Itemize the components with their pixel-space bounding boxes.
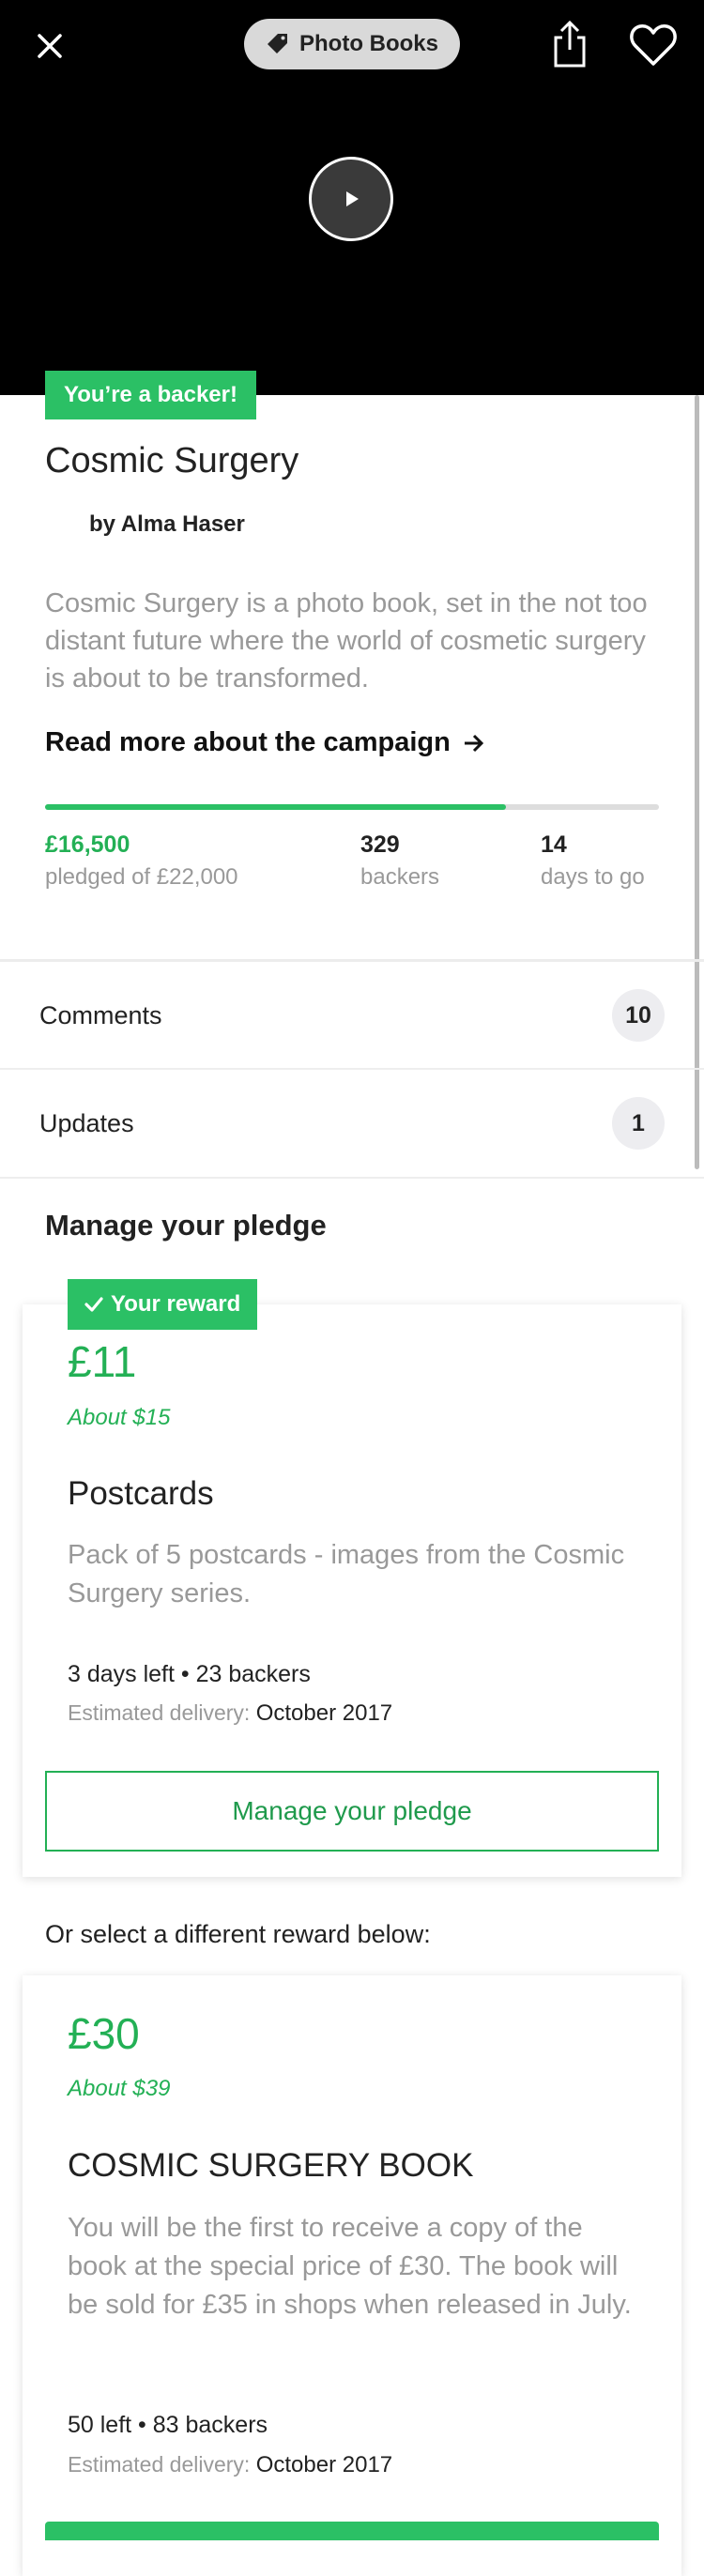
creator-name[interactable]: by Alma Haser — [89, 511, 245, 538]
play-button[interactable] — [309, 157, 393, 241]
reward-price: £11 — [68, 1337, 137, 1386]
reward-availability: 3 days left • 23 backers — [68, 1661, 311, 1687]
select-reward-button[interactable] — [45, 2522, 659, 2540]
reward-availability: 50 left • 83 backers — [68, 2412, 268, 2438]
reward-price-converted: About $39 — [68, 2076, 171, 2101]
tag-icon — [268, 34, 287, 53]
delivery-label: Estimated delivery: — [68, 2452, 251, 2477]
project-title: Cosmic Surgery — [45, 441, 299, 480]
comments-label: Comments — [39, 1000, 162, 1029]
updates-row[interactable]: Updates 1 — [0, 1070, 704, 1177]
reward-description: Pack of 5 postcards - images from the Co… — [68, 1540, 625, 1608]
reward-price: £30 — [68, 2009, 140, 2058]
share-button[interactable] — [548, 19, 591, 69]
comments-row[interactable]: Comments 10 — [0, 962, 704, 1069]
reward-price-converted: About $15 — [68, 1405, 171, 1430]
days-count: 14 — [541, 831, 567, 858]
close-button[interactable] — [28, 24, 71, 68]
pledged-amount: £16,500 — [45, 831, 130, 858]
reward-delivery: Estimated delivery: October 2017 — [68, 2452, 392, 2478]
read-more-link[interactable]: Read more about the campaign — [45, 727, 486, 758]
your-reward-badge: Your reward — [68, 1279, 258, 1330]
play-icon — [346, 191, 359, 206]
heart-icon — [630, 24, 677, 66]
backers-count: 329 — [360, 831, 400, 858]
delivery-label: Estimated delivery: — [68, 1700, 251, 1725]
video-hero[interactable]: Photo Books — [0, 0, 704, 395]
read-more-label: Read more about the campaign — [45, 727, 451, 757]
funding-progress-fill — [45, 804, 506, 810]
delivery-date: October 2017 — [255, 2452, 393, 2477]
stat-days: 14 days to go — [541, 831, 645, 891]
reward-title: COSMIC SURGERY BOOK — [68, 2147, 474, 2184]
row-divider — [0, 1177, 704, 1179]
your-reward-label: Your reward — [111, 1291, 241, 1317]
comments-count-badge: 10 — [612, 989, 665, 1042]
pledged-label: pledged of £22,000 — [45, 864, 238, 890]
reward-description: You will be the first to receive a copy … — [68, 2213, 632, 2320]
reward-title: Postcards — [68, 1475, 214, 1512]
days-label: days to go — [541, 864, 645, 890]
stat-backers: 329 backers — [360, 831, 439, 891]
project-blurb: Cosmic Surgery is a photo book, set in t… — [45, 588, 648, 694]
category-pill[interactable]: Photo Books — [244, 19, 460, 69]
backer-badge: You’re a backer! — [45, 371, 256, 419]
share-icon — [554, 20, 586, 68]
manage-section-title: Manage your pledge — [45, 1209, 327, 1242]
arrow-right-icon — [464, 734, 483, 752]
manage-pledge-button[interactable]: Manage your pledge — [45, 1771, 659, 1852]
close-icon — [38, 34, 62, 58]
backers-label: backers — [360, 864, 440, 890]
updates-label: Updates — [39, 1108, 134, 1137]
favorite-button[interactable] — [629, 23, 678, 68]
delivery-date: October 2017 — [255, 1700, 393, 1726]
reward-delivery: Estimated delivery: October 2017 — [68, 1700, 392, 1727]
select-reward-prompt: Or select a different reward below: — [45, 1920, 431, 1948]
checkmark-icon — [84, 1297, 103, 1312]
category-label: Photo Books — [299, 31, 438, 56]
updates-count-badge: 1 — [612, 1097, 665, 1150]
stat-pledged: £16,500 pledged of £22,000 — [45, 831, 238, 891]
funding-progress-bar — [45, 804, 659, 810]
